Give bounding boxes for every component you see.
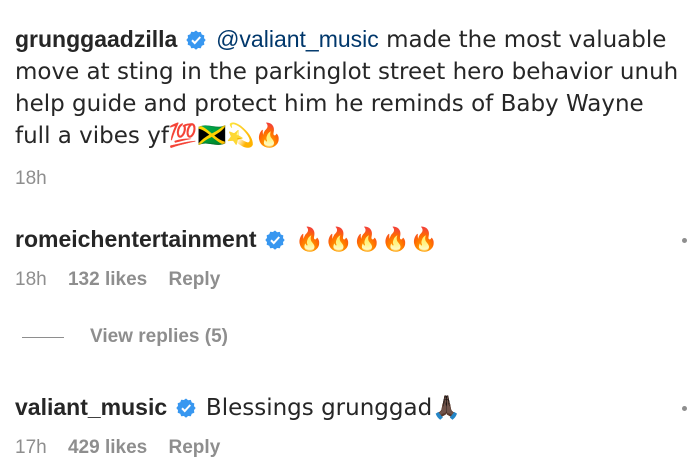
verified-badge-icon: [175, 398, 196, 418]
comment-1-mention[interactable]: @valiant_music: [216, 26, 379, 52]
comment-2-likes[interactable]: 132 likes: [68, 269, 147, 290]
comment-3-likes[interactable]: 429 likes: [68, 437, 147, 458]
comment-2-options-icon[interactable]: [682, 238, 687, 243]
comment-2-reply-button[interactable]: Reply: [169, 269, 221, 290]
comment-2: romeichentertainment 🔥🔥🔥🔥🔥 18h 132 likes…: [15, 224, 687, 291]
comment-2-time: 18h: [15, 269, 47, 290]
verified-badge-icon: [185, 30, 206, 50]
comment-3: valiant_music Blessings grunggad🙏🏿 17h 4…: [15, 392, 687, 459]
comment-1-meta: 18h: [15, 168, 685, 190]
comment-3-body: valiant_music Blessings grunggad🙏🏿: [15, 392, 685, 424]
comment-3-options-icon[interactable]: [682, 406, 687, 411]
comment-3-time: 17h: [15, 437, 47, 458]
comment-3-reply-button[interactable]: Reply: [169, 437, 221, 458]
view-replies-rule: [22, 336, 64, 338]
comment-1: grunggaadzilla @valiant_music made the m…: [15, 24, 685, 190]
verified-badge-icon: [265, 230, 285, 250]
comment-1-time: 18h: [15, 168, 47, 189]
view-replies-label: View replies (5): [90, 326, 228, 347]
comment-3-username[interactable]: valiant_music: [15, 394, 167, 420]
comment-2-body: romeichentertainment 🔥🔥🔥🔥🔥: [15, 224, 685, 256]
comment-2-username[interactable]: romeichentertainment: [15, 226, 257, 252]
comment-3-text: Blessings grunggad🙏🏿: [205, 395, 461, 421]
comment-3-meta: 17h 429 likes Reply: [15, 437, 685, 459]
comment-2-meta: 18h 132 likes Reply: [15, 269, 685, 291]
comment-2-text: 🔥🔥🔥🔥🔥: [295, 227, 439, 253]
comment-1-body: grunggaadzilla @valiant_music made the m…: [15, 24, 685, 152]
comment-1-username[interactable]: grunggaadzilla: [15, 26, 177, 52]
view-replies-button[interactable]: View replies (5): [22, 326, 228, 348]
